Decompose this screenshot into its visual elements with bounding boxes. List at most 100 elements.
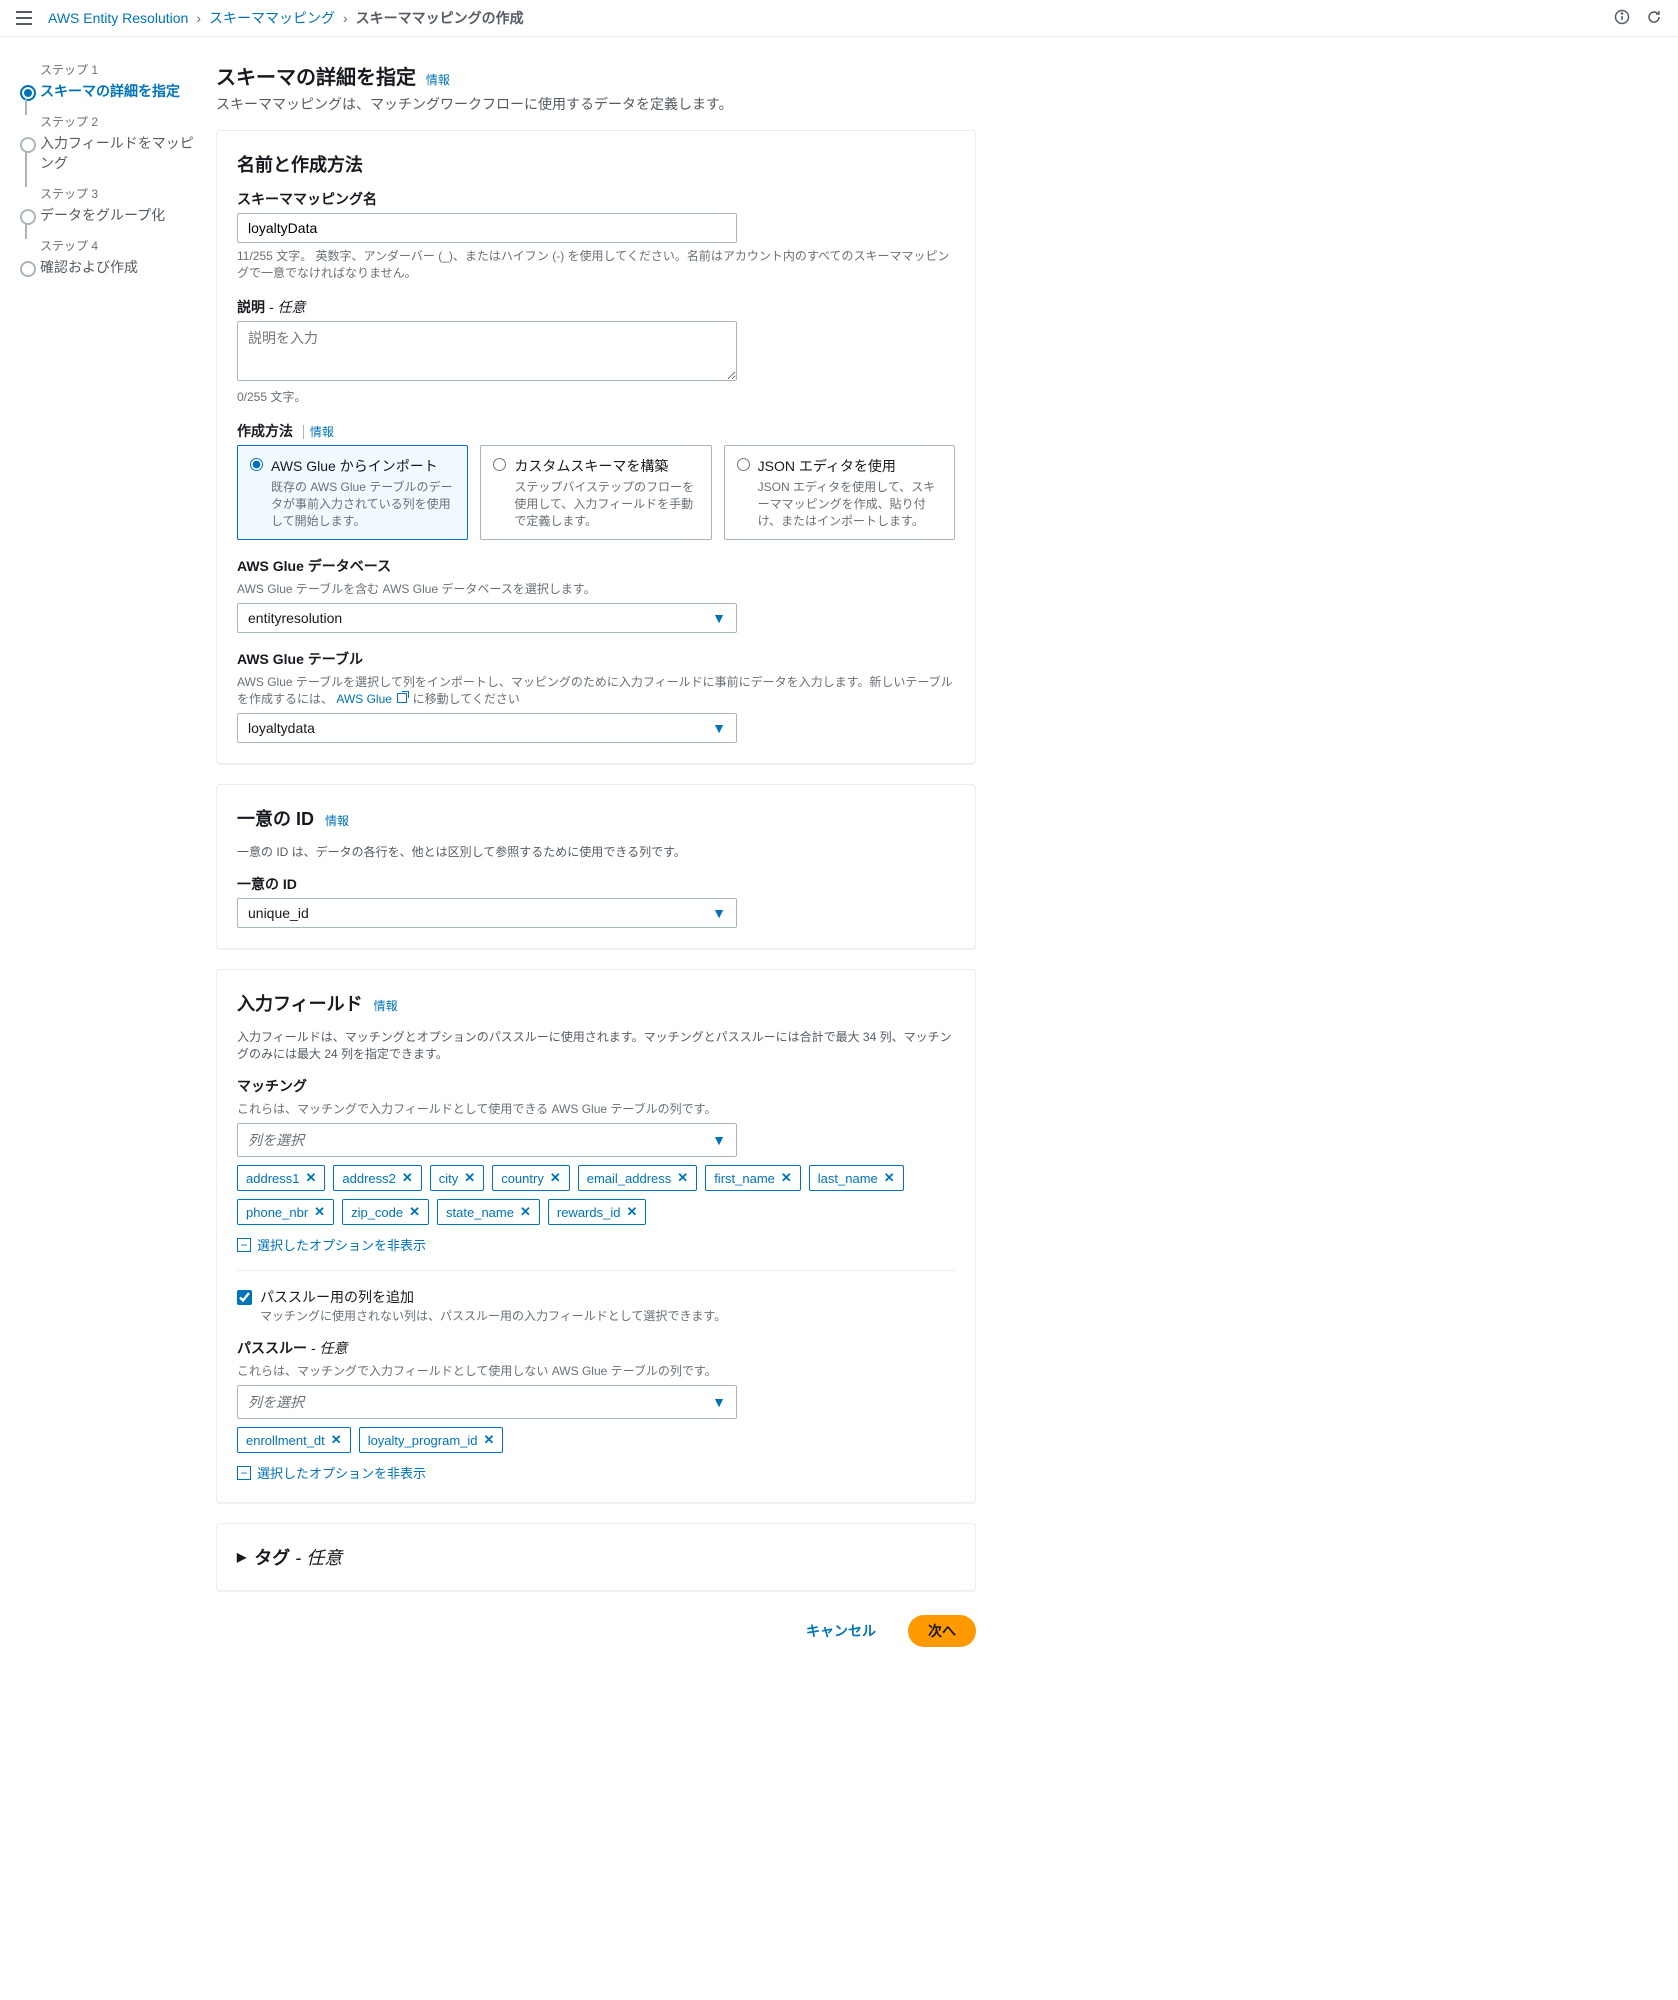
- chip-enrollment_dt: enrollment_dt ✕: [237, 1427, 351, 1453]
- tags-expand-toggle[interactable]: ▶ タグ - 任意: [237, 1544, 955, 1570]
- unique-id-select[interactable]: unique_id ▼: [237, 898, 737, 928]
- info-icon[interactable]: [1614, 9, 1630, 28]
- checkbox-label: パススルー用の列を追加: [260, 1287, 726, 1307]
- chip-last_name: last_name ✕: [809, 1165, 904, 1191]
- select-value: entityresolution: [248, 610, 342, 626]
- close-icon[interactable]: ✕: [484, 1432, 495, 1448]
- info-link[interactable]: 情報: [374, 999, 398, 1013]
- panel-title: タグ - 任意: [254, 1544, 342, 1570]
- chip-address1: address1 ✕: [237, 1165, 325, 1191]
- matching-label: マッチング: [237, 1076, 955, 1096]
- chip-label: email_address: [587, 1171, 672, 1186]
- close-icon[interactable]: ✕: [464, 1170, 475, 1186]
- close-icon[interactable]: ✕: [626, 1204, 637, 1220]
- glue-table-select[interactable]: loyaltydata ▼: [237, 713, 737, 743]
- breadcrumb-parent[interactable]: スキーママッピング: [209, 8, 335, 28]
- step-title: 確認および作成: [40, 257, 200, 277]
- chip-zip_code: zip_code ✕: [342, 1199, 429, 1225]
- footer-actions: キャンセル 次へ: [216, 1611, 976, 1671]
- option-desc: ステップバイステップのフローを使用して、入力フィールドを手動で定義します。: [514, 478, 698, 529]
- chip-label: state_name: [446, 1205, 514, 1220]
- chip-first_name: first_name✕: [705, 1165, 801, 1191]
- chip-label: loyalty_program_id: [368, 1433, 478, 1448]
- aws-glue-link[interactable]: AWS Glue: [336, 692, 409, 706]
- step-1[interactable]: ステップ 1 スキーマの詳細を指定: [20, 61, 200, 101]
- close-icon[interactable]: ✕: [677, 1170, 688, 1186]
- triangle-right-icon: ▶: [237, 1550, 246, 1564]
- passthrough-checkbox-row[interactable]: パススルー用の列を追加 マッチングに使用されない列は、パススルー用の入力フィール…: [237, 1287, 955, 1324]
- close-icon[interactable]: ✕: [402, 1170, 413, 1186]
- close-icon[interactable]: ✕: [884, 1170, 895, 1186]
- description-textarea[interactable]: [237, 321, 737, 381]
- info-link[interactable]: 情報: [303, 425, 334, 439]
- close-icon[interactable]: ✕: [331, 1432, 342, 1448]
- radio-input[interactable]: [737, 458, 750, 471]
- chip-country: country✕: [492, 1165, 570, 1191]
- info-link[interactable]: 情報: [426, 73, 450, 87]
- chip-rewards_id: rewards_id✕: [548, 1199, 647, 1225]
- chip-label: city: [439, 1171, 459, 1186]
- mapping-name-input[interactable]: [237, 213, 737, 243]
- option-title: AWS Glue からインポート: [271, 456, 455, 476]
- chevron-right-icon: ›: [343, 10, 348, 26]
- step-number: ステップ 4: [40, 237, 200, 254]
- step-title: データをグループ化: [40, 205, 200, 225]
- breadcrumb-current: スキーママッピングの作成: [356, 8, 524, 28]
- close-icon[interactable]: ✕: [550, 1170, 561, 1186]
- method-option-glue[interactable]: AWS Glue からインポート 既存の AWS Glue テーブルのデータが事…: [237, 445, 468, 540]
- chip-label: address2: [342, 1171, 395, 1186]
- chevron-down-icon: ▼: [712, 905, 726, 921]
- close-icon[interactable]: ✕: [781, 1170, 792, 1186]
- matching-chips: address1✕address2✕city✕country✕email_add…: [237, 1165, 955, 1225]
- step-title: 入力フィールドをマッピング: [40, 133, 200, 173]
- chevron-right-icon: ›: [196, 10, 201, 26]
- info-link[interactable]: 情報: [325, 814, 349, 828]
- refresh-icon[interactable]: [1646, 9, 1662, 28]
- close-icon[interactable]: ✕: [305, 1170, 316, 1186]
- option-title: カスタムスキーマを構築: [514, 456, 698, 476]
- passthrough-checkbox[interactable]: [237, 1290, 252, 1305]
- chevron-down-icon: ▼: [712, 610, 726, 626]
- chevron-down-icon: ▼: [712, 720, 726, 736]
- passthrough-columns-select[interactable]: 列を選択 ▼: [237, 1385, 737, 1419]
- method-option-custom[interactable]: カスタムスキーマを構築 ステップバイステップのフローを使用して、入力フィールドを…: [480, 445, 711, 540]
- chevron-down-icon: ▼: [712, 1394, 726, 1410]
- chevron-down-icon: ▼: [712, 1132, 726, 1148]
- close-icon[interactable]: ✕: [520, 1204, 531, 1220]
- unique-id-panel: 一意の ID 情報 一意の ID は、データの各行を、他とは区別して参照するため…: [216, 784, 976, 949]
- radio-input[interactable]: [493, 458, 506, 471]
- panel-title: 入力フィールド 情報: [237, 990, 955, 1016]
- passthrough-desc: これらは、マッチングで入力フィールドとして使用しない AWS Glue テーブル…: [237, 1362, 955, 1379]
- step-3[interactable]: ステップ 3 データをグループ化: [20, 185, 200, 225]
- page-description: スキーママッピングは、マッチングワークフローに使用するデータを定義します。: [216, 94, 976, 114]
- option-desc: 既存の AWS Glue テーブルのデータが事前入力されている列を使用して開始し…: [271, 478, 455, 529]
- hide-options-toggle[interactable]: − 選択したオプションを非表示: [237, 1463, 426, 1482]
- chip-label: zip_code: [351, 1205, 403, 1220]
- cancel-button[interactable]: キャンセル: [786, 1615, 896, 1647]
- chip-phone_nbr: phone_nbr✕: [237, 1199, 334, 1225]
- chip-label: address1: [246, 1171, 299, 1186]
- radio-input[interactable]: [250, 458, 263, 471]
- wizard-sidebar: ステップ 1 スキーマの詳細を指定 ステップ 2 入力フィールドをマッピング ス…: [0, 37, 200, 1695]
- step-4[interactable]: ステップ 4 確認および作成: [20, 237, 200, 277]
- divider: [237, 1270, 955, 1271]
- glue-table-label: AWS Glue テーブル: [237, 649, 955, 669]
- matching-columns-select[interactable]: 列を選択 ▼: [237, 1123, 737, 1157]
- close-icon[interactable]: ✕: [314, 1204, 325, 1220]
- breadcrumb-root[interactable]: AWS Entity Resolution: [48, 10, 188, 26]
- close-icon[interactable]: ✕: [409, 1204, 420, 1220]
- chip-address2: address2 ✕: [333, 1165, 421, 1191]
- menu-icon[interactable]: [16, 11, 32, 25]
- chip-label: last_name: [818, 1171, 878, 1186]
- method-option-json[interactable]: JSON エディタを使用 JSON エディタを使用して、スキーママッピングを作成…: [724, 445, 955, 540]
- chip-label: enrollment_dt: [246, 1433, 325, 1448]
- next-button[interactable]: 次へ: [908, 1615, 976, 1647]
- name-and-method-panel: 名前と作成方法 スキーママッピング名 11/255 文字。 英数字、アンダーバー…: [216, 130, 976, 764]
- glue-db-label: AWS Glue データベース: [237, 556, 955, 576]
- minus-icon: −: [237, 1466, 251, 1480]
- chip-city: city ✕: [430, 1165, 484, 1191]
- description-label: 説明 - 任意: [237, 297, 955, 317]
- glue-db-select[interactable]: entityresolution ▼: [237, 603, 737, 633]
- hide-options-toggle[interactable]: − 選択したオプションを非表示: [237, 1235, 426, 1254]
- step-2[interactable]: ステップ 2 入力フィールドをマッピング: [20, 113, 200, 173]
